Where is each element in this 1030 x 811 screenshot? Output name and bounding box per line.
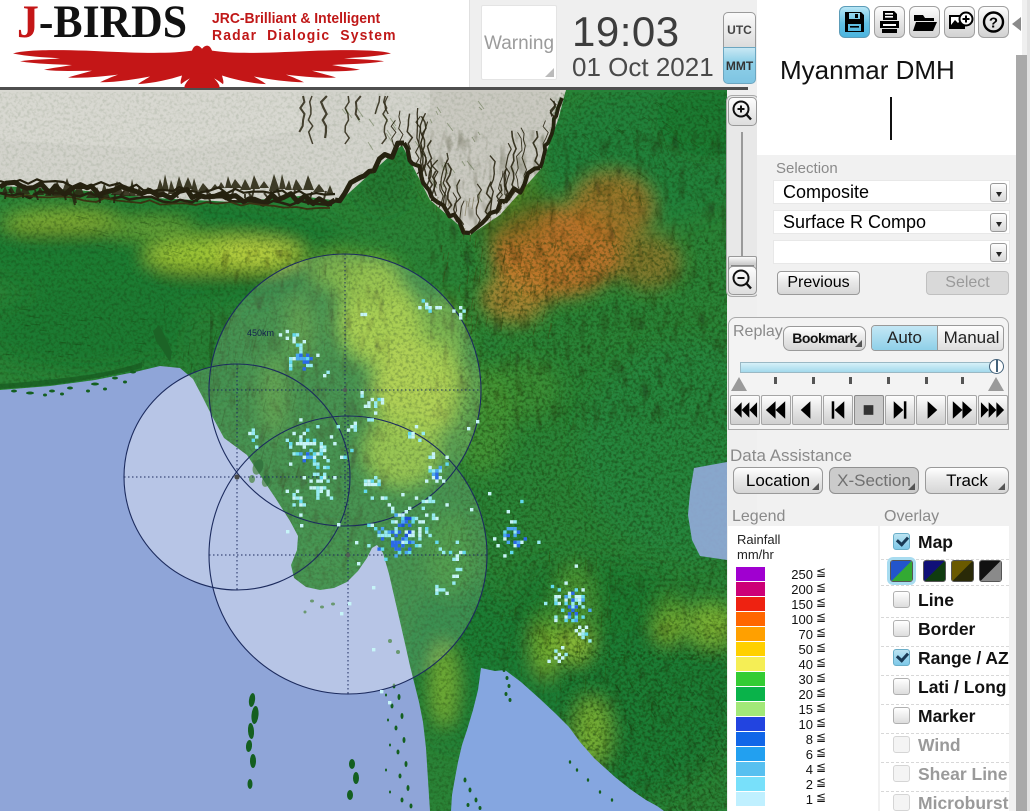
svg-text:450km: 450km	[247, 328, 274, 338]
svg-text:?: ?	[989, 15, 998, 32]
